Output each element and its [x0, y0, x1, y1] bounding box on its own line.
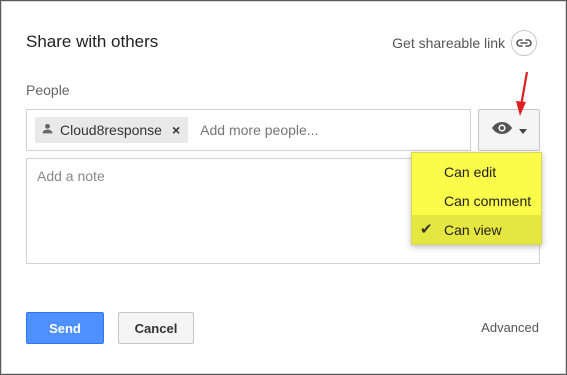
send-button[interactable]: Send [26, 312, 104, 344]
link-icon[interactable] [511, 30, 537, 56]
share-link-label: Get shareable link [392, 35, 505, 51]
menu-item-can-view[interactable]: ✔ Can view [412, 215, 541, 244]
checkmark-icon: ✔ [420, 221, 433, 238]
people-field[interactable]: Cloud8response × [26, 109, 471, 151]
eye-icon [491, 121, 513, 140]
add-people-input[interactable] [200, 122, 431, 138]
people-label: People [26, 82, 70, 98]
menu-item-can-edit[interactable]: Can edit [412, 157, 541, 186]
permission-menu: Can edit Can comment ✔ Can view [411, 152, 542, 245]
person-chip-name: Cloud8response [60, 122, 162, 138]
advanced-link[interactable]: Advanced [481, 320, 539, 335]
chevron-down-icon [519, 128, 527, 134]
chip-remove-button[interactable]: × [172, 122, 180, 138]
menu-item-label: Can comment [444, 192, 532, 209]
cancel-button[interactable]: Cancel [118, 312, 194, 344]
person-icon [41, 122, 54, 138]
menu-item-label: Can edit [444, 163, 497, 180]
menu-item-can-comment[interactable]: Can comment [412, 186, 541, 215]
menu-item-label: Can view [444, 221, 502, 238]
dialog-title: Share with others [26, 32, 159, 51]
get-shareable-link[interactable]: Get shareable link [392, 30, 537, 56]
person-chip[interactable]: Cloud8response × [35, 117, 189, 143]
permission-dropdown-button[interactable] [478, 109, 540, 151]
